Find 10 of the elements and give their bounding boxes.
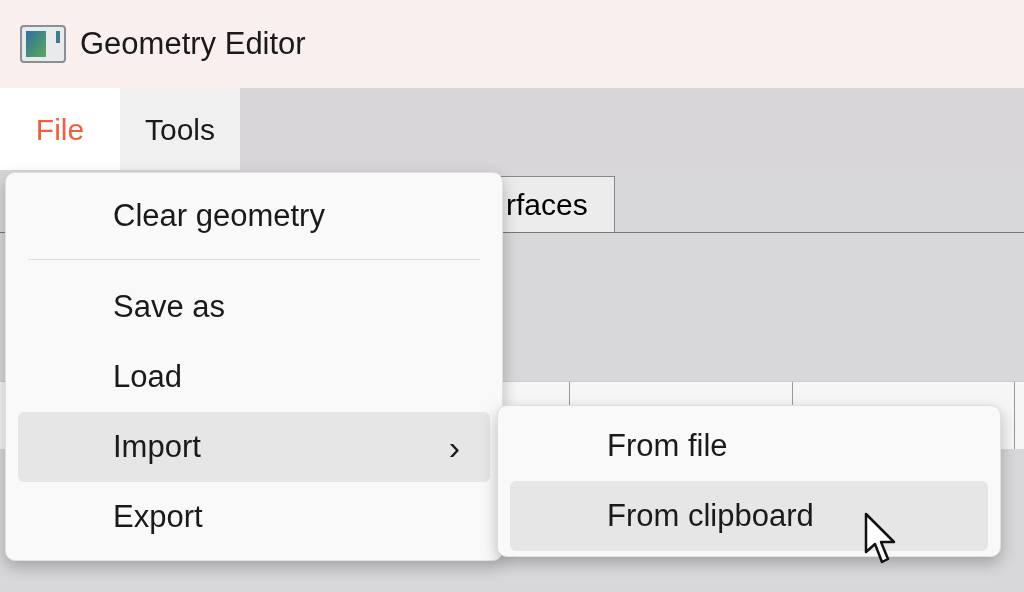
menu-item[interactable]: Load [18, 342, 490, 412]
menu-item[interactable]: From clipboard [510, 481, 988, 551]
window-title: Geometry Editor [80, 24, 306, 63]
submenu-arrow-icon: › [448, 421, 460, 473]
menu-item[interactable]: Save as [18, 272, 490, 342]
app-icon [20, 25, 66, 63]
menu-item[interactable]: Export [18, 482, 490, 552]
menu-item[interactable]: From file [510, 411, 988, 481]
menu-bar-item[interactable]: Tools [120, 88, 240, 170]
menu-item[interactable]: Import › [18, 412, 490, 482]
